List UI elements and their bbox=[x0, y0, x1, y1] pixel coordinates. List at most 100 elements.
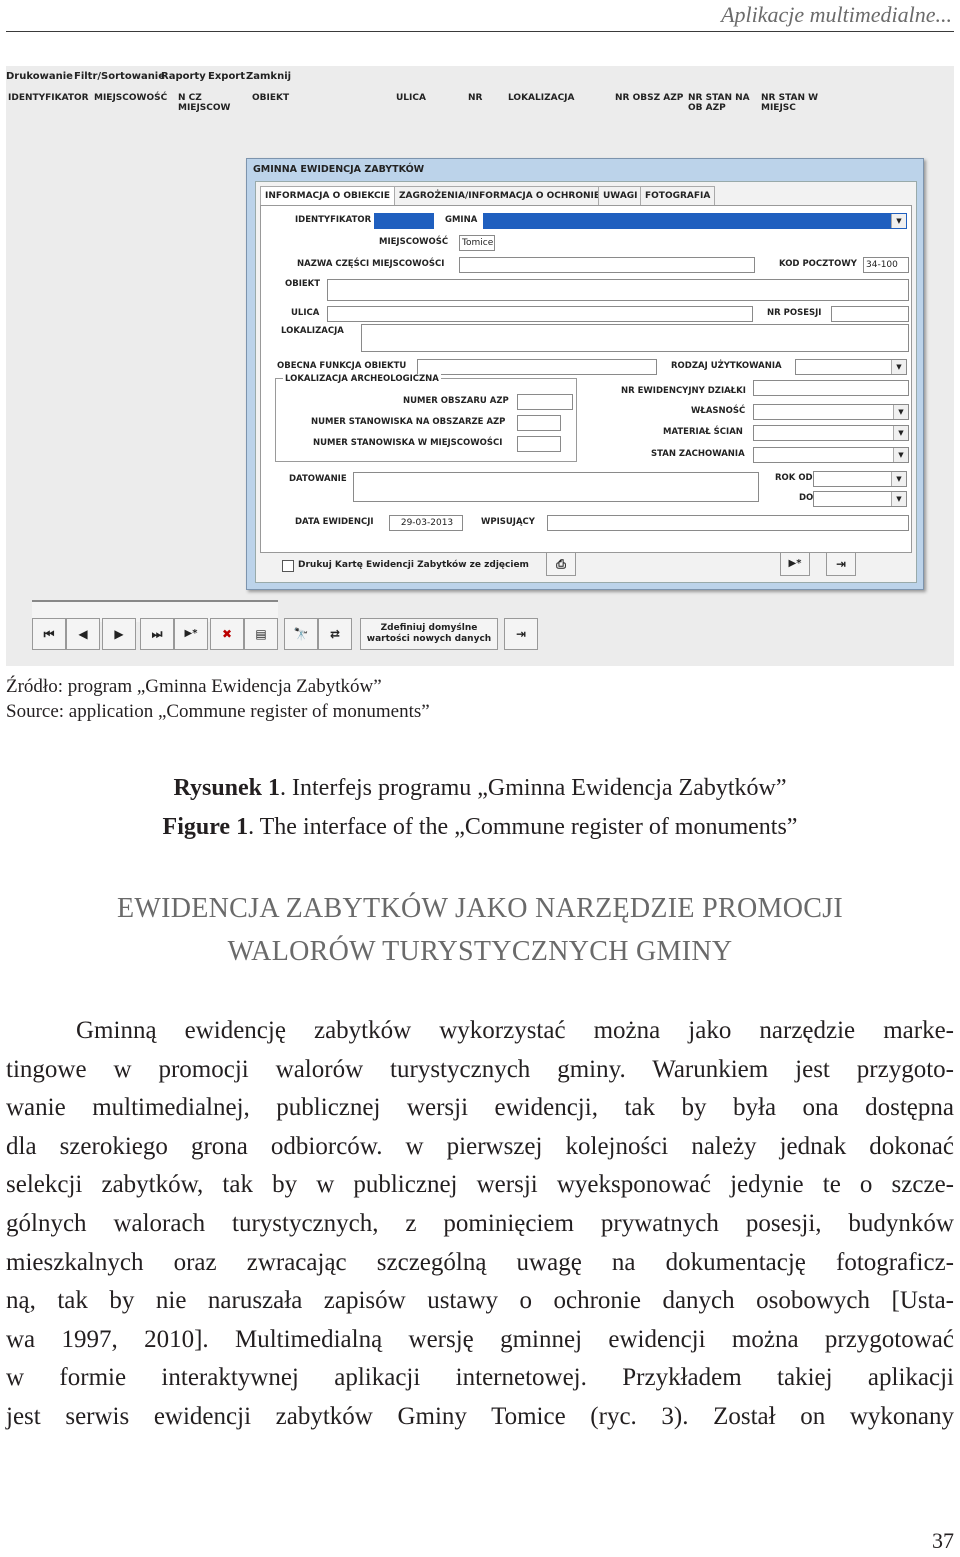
label-numer-obszaru: NUMER OBSZARU AZP bbox=[403, 396, 509, 406]
define-defaults-button[interactable]: Zdefiniuj domyślne wartości nowych danyc… bbox=[360, 618, 498, 650]
first-record-icon: ⏮ bbox=[43, 627, 55, 641]
label-lokalizacja-arch: LOKALIZACJA ARCHEOLOGICZNA bbox=[283, 374, 441, 384]
col-nr[interactable]: NR bbox=[468, 93, 482, 103]
body-paragraph: Gminną ewidencję zabytków wykorzystać mo… bbox=[6, 1012, 954, 1437]
menu-drukowanie[interactable]: Drukowanie bbox=[6, 71, 73, 82]
tab-fotografia[interactable]: FOTOGRAFIA bbox=[640, 186, 716, 205]
ulica-field[interactable] bbox=[327, 306, 753, 322]
delete-record-button[interactable]: ✖ bbox=[210, 618, 244, 650]
body-line: tingowe w promocji walorów turystycznych… bbox=[6, 1055, 954, 1083]
obiekt-field[interactable] bbox=[327, 279, 909, 301]
chevron-down-icon: ▼ bbox=[893, 448, 908, 462]
menu-filtr[interactable]: Filtr/Sortowanie bbox=[74, 71, 165, 82]
figure-label-en: Figure 1 bbox=[162, 814, 249, 840]
stan-zachowania-select[interactable]: ▼ bbox=[753, 447, 909, 463]
label-wpisujacy: WPISUJĄCY bbox=[481, 517, 535, 527]
body-line: jest serwis ewidencji zabytków Gminy Tom… bbox=[6, 1402, 954, 1430]
tab-uwagi[interactable]: UWAGI bbox=[598, 186, 643, 205]
gminna-ewidencja-dialog: GMINNA EWIDENCJA ZABYTKÓW INFORMACJA O O… bbox=[246, 158, 924, 590]
exit-door-icon: ⇥ bbox=[515, 627, 527, 641]
rok-od-select[interactable]: ▼ bbox=[813, 471, 907, 487]
numer-obszaru-field[interactable] bbox=[517, 394, 573, 410]
col-nr-stan-na-ob-azp[interactable]: NR STAN NA OB AZP bbox=[688, 93, 752, 113]
print-photo-checkbox[interactable] bbox=[282, 560, 294, 572]
exit-dialog-button[interactable]: ⇥ bbox=[826, 552, 856, 576]
col-miejscowosc[interactable]: MIEJSCOWOŚĆ bbox=[94, 93, 167, 103]
label-identyfikator: IDENTYFIKATOR bbox=[295, 215, 372, 225]
col-ulica[interactable]: ULICA bbox=[396, 93, 426, 103]
material-scian-select[interactable]: ▼ bbox=[753, 425, 909, 441]
printer-icon: ⎙ bbox=[556, 557, 566, 571]
new-record-icon: ▶* bbox=[788, 558, 802, 569]
chevron-down-icon: ▼ bbox=[891, 214, 906, 228]
label-numer-stanowiska-azp: NUMER STANOWISKA NA OBSZARZE AZP bbox=[311, 417, 506, 427]
figure-text-pl: . Interfejs programu „Gminna Ewidencja Z… bbox=[280, 775, 787, 801]
body-line: selekcji zabytków, tak by w publicznej w… bbox=[6, 1171, 954, 1199]
label-nr-posesji: NR POSESJI bbox=[767, 308, 822, 318]
col-nr-obsz-azp[interactable]: NR OBSZ AZP bbox=[615, 93, 683, 103]
print-button[interactable]: ⎙ bbox=[546, 552, 576, 576]
last-record-button[interactable]: ⏭ bbox=[140, 618, 174, 650]
new-record-nav-button[interactable]: ▶* bbox=[174, 618, 208, 650]
exit-door-icon: ⇥ bbox=[835, 557, 847, 571]
menu-raporty[interactable]: Raporty bbox=[161, 71, 206, 82]
obecna-funkcja-field[interactable] bbox=[417, 359, 657, 375]
figure-caption-en: Figure 1. The interface of the „Commune … bbox=[0, 814, 960, 841]
data-ewidencji-field[interactable]: 29-03-2013 bbox=[389, 515, 463, 531]
label-datowanie: DATOWANIE bbox=[289, 474, 347, 484]
label-lokalizacja: LOKALIZACJA bbox=[281, 326, 344, 336]
tab-informacja[interactable]: INFORMACJA O OBIEKCIE bbox=[260, 186, 396, 205]
body-line: mieszkalnych oraz zwracając szczególną u… bbox=[6, 1248, 954, 1276]
label-rok-od: ROK OD bbox=[775, 473, 813, 483]
col-lokalizacja[interactable]: LOKALIZACJA bbox=[508, 93, 575, 103]
gmina-select[interactable]: ▼ bbox=[483, 213, 907, 229]
label-nazwa-czesci: NAZWA CZĘŚCI MIEJSCOWOŚCI bbox=[297, 259, 445, 269]
label-stan-zachowania: STAN ZACHOWANIA bbox=[651, 449, 745, 459]
replace-button[interactable]: ⇄ bbox=[318, 618, 352, 650]
next-record-button[interactable]: ▶ bbox=[102, 618, 136, 650]
previous-record-button[interactable]: ◀ bbox=[66, 618, 100, 650]
chevron-down-icon: ▼ bbox=[891, 472, 906, 486]
nazwa-czesci-field[interactable] bbox=[459, 257, 755, 273]
delete-icon: ✖ bbox=[221, 627, 233, 641]
miejscowosc-field[interactable]: Tomice bbox=[459, 235, 495, 251]
label-obecna-funkcja: OBECNA FUNKCJA OBIEKTU bbox=[277, 361, 407, 371]
body-line: ną, tak by nie naruszała zapisów ustawy … bbox=[6, 1287, 954, 1315]
nr-ewid-dzialki-field[interactable] bbox=[753, 380, 909, 396]
label-material-scian: MATERIAŁ ŚCIAN bbox=[663, 427, 743, 437]
form-view-button[interactable]: ▤ bbox=[244, 618, 278, 650]
app-screenshot: Drukowanie Filtr/Sortowanie Raporty Expo… bbox=[6, 66, 954, 666]
menu-zamknij[interactable]: Zamknij bbox=[246, 71, 291, 82]
col-obiekt[interactable]: OBIEKT bbox=[252, 93, 289, 103]
section-title-line-1: EWIDENCJA ZABYTKÓW JAKO NARZĘDZIE PROMOC… bbox=[116, 893, 844, 924]
menu-export[interactable]: Export bbox=[208, 71, 245, 82]
wpisujacy-field[interactable] bbox=[547, 515, 909, 531]
exit-app-button[interactable]: ⇥ bbox=[504, 618, 538, 650]
identyfikator-field[interactable] bbox=[374, 213, 434, 229]
new-record-button[interactable]: ▶* bbox=[780, 552, 810, 576]
label-do: DO bbox=[799, 493, 814, 503]
nr-posesji-field[interactable] bbox=[831, 306, 909, 322]
rodzaj-uzytkowania-select[interactable]: ▼ bbox=[795, 359, 907, 375]
source-caption-pl: Źródło: program „Gminna Ewidencja Zabytk… bbox=[6, 676, 382, 697]
binoculars-icon: 🔭 bbox=[293, 627, 309, 641]
do-select[interactable]: ▼ bbox=[813, 491, 907, 507]
col-nr-stan-w-miejsc[interactable]: NR STAN W MIEJSC bbox=[761, 93, 823, 113]
tab-zagrozenia[interactable]: ZAGROŻENIA/INFORMACJA O OCHRONIE bbox=[394, 186, 606, 205]
form-view-icon: ▤ bbox=[255, 627, 267, 641]
find-button[interactable]: 🔭 bbox=[284, 618, 318, 650]
source-caption-en: Source: application „Commune register of… bbox=[6, 701, 430, 722]
numer-stanowiska-miejsc-field[interactable] bbox=[517, 436, 561, 452]
first-record-button[interactable]: ⏮ bbox=[32, 618, 66, 650]
wlasnosc-select[interactable]: ▼ bbox=[753, 404, 909, 420]
datowanie-field[interactable] bbox=[353, 472, 759, 502]
lokalizacja-field[interactable] bbox=[361, 324, 909, 352]
col-identyfikator[interactable]: IDENTYFIKATOR bbox=[8, 93, 89, 103]
label-obiekt: OBIEKT bbox=[285, 279, 321, 289]
col-n-cz-miejscow[interactable]: N CZ MIEJSCOW bbox=[178, 93, 238, 113]
form-panel: IDENTYFIKATOR GMINA ▼ MIEJSCOWOŚĆ Tomice… bbox=[260, 205, 912, 553]
kod-pocztowy-field[interactable]: 34-100 bbox=[863, 257, 909, 273]
label-wlasnosc: WŁASNOŚĆ bbox=[691, 406, 746, 416]
numer-stanowiska-azp-field[interactable] bbox=[517, 415, 561, 431]
figure-caption-pl: Rysunek 1. Interfejs programu „Gminna Ew… bbox=[0, 775, 960, 802]
